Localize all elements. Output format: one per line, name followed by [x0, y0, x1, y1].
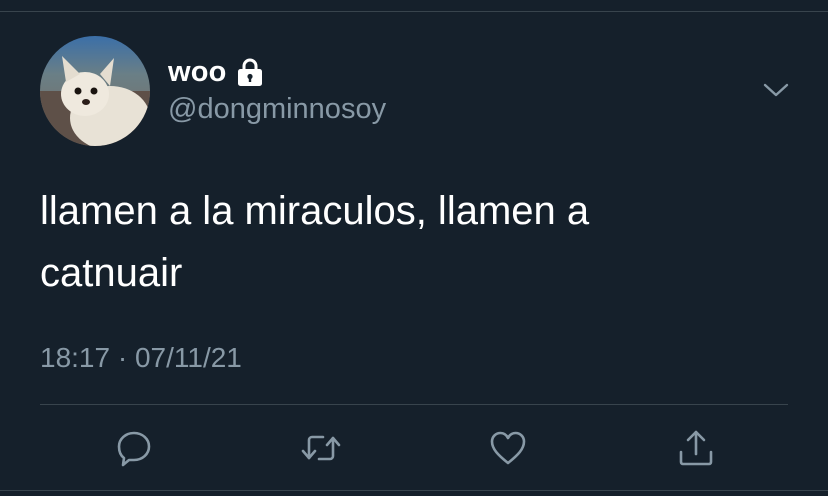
user-block[interactable]: woo @dongminnosoy	[168, 55, 386, 126]
chevron-down-icon[interactable]	[761, 80, 791, 100]
like-button[interactable]	[486, 428, 530, 472]
retweet-icon	[299, 428, 343, 473]
handle[interactable]: @dongminnosoy	[168, 93, 386, 126]
timestamp[interactable]: 18:17 · 07/11/21	[40, 342, 242, 374]
lock-icon	[237, 57, 263, 87]
display-name[interactable]: woo	[168, 56, 227, 89]
avatar[interactable]	[40, 36, 150, 146]
tweet-text: llamen a la miraculos, llamen a catnuair	[40, 189, 590, 295]
action-bar	[0, 420, 828, 480]
share-icon	[676, 428, 716, 473]
divider	[40, 404, 788, 405]
tweet-detail: woo @dongminnosoy llamen a la miraculos,…	[0, 0, 828, 496]
share-button[interactable]	[674, 428, 718, 472]
reply-button[interactable]	[112, 428, 156, 472]
retweet-button[interactable]	[299, 428, 343, 472]
display-name-row: woo	[168, 55, 386, 89]
bottom-divider	[0, 490, 828, 496]
reply-icon	[114, 428, 154, 473]
top-divider	[0, 0, 828, 12]
heart-icon	[488, 428, 528, 473]
